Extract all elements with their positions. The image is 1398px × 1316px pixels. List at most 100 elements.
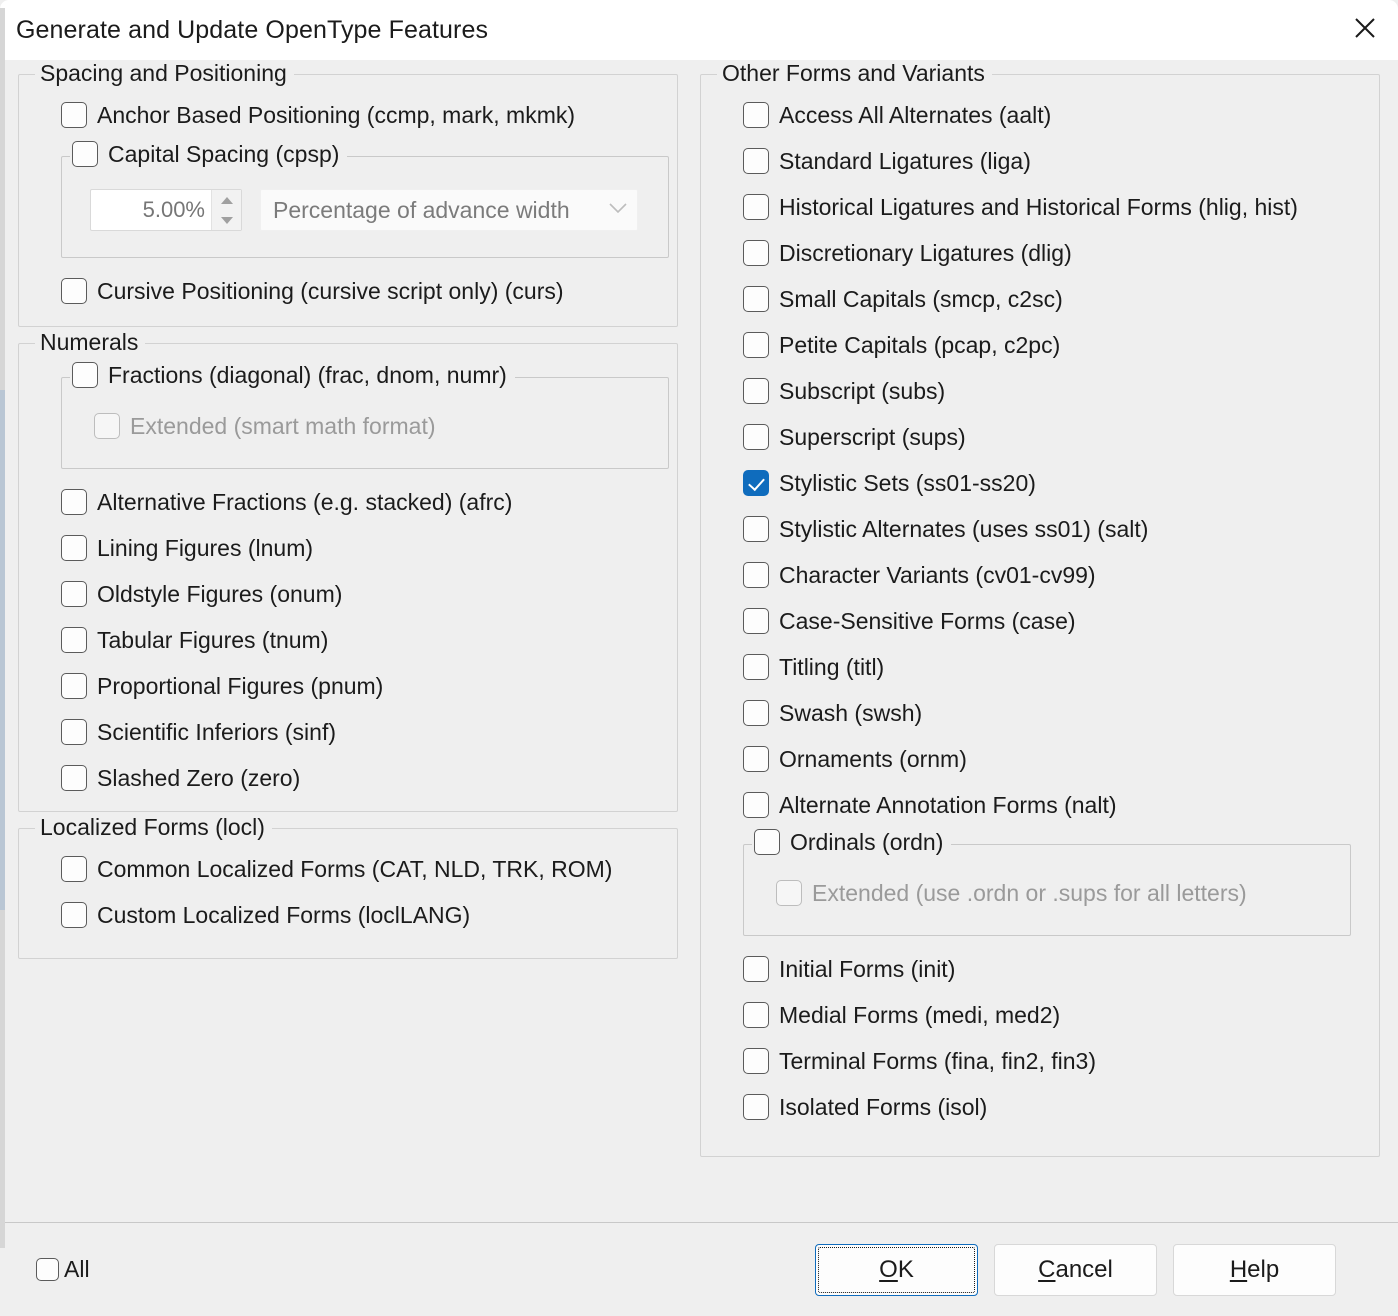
checkbox-common-localized-forms[interactable] [61,856,87,882]
checkbox-row-titling[interactable]: Titling (titl) [715,644,1365,690]
checkbox-row-all[interactable]: All [36,1256,90,1283]
checkbox-custom-localized-forms[interactable] [61,902,87,928]
checkbox-row-character-variants[interactable]: Character Variants (cv01-cv99) [715,552,1365,598]
checkbox-row-scientific-inferiors[interactable]: Scientific Inferiors (sinf) [33,709,663,755]
checkbox-character-variants[interactable] [743,562,769,588]
spinner-capital-spacing-amount[interactable]: 5.00% [90,189,242,231]
checkbox-initial-forms[interactable] [743,956,769,982]
label-capital-spacing: Capital Spacing (cpsp) [108,140,340,167]
checkbox-anchor-based-positioning[interactable] [61,102,87,128]
checkbox-superscript[interactable] [743,424,769,450]
checkbox-swash[interactable] [743,700,769,726]
right-column: Other Forms and Variants Access All Alte… [692,60,1398,1222]
checkbox-alternative-fractions[interactable] [61,489,87,515]
label-slashed-zero: Slashed Zero (zero) [97,764,301,791]
checkbox-row-swash[interactable]: Swash (swsh) [715,690,1365,736]
dialog-title: Generate and Update OpenType Features [16,15,489,44]
cancel-button[interactable]: Cancel [994,1243,1157,1296]
checkbox-ordinals[interactable] [754,829,780,855]
label-petite-capitals: Petite Capitals (pcap, c2pc) [779,331,1061,358]
checkbox-row-discretionary-ligatures[interactable]: Discretionary Ligatures (dlig) [715,230,1365,276]
checkbox-row-case-sensitive-forms[interactable]: Case-Sensitive Forms (case) [715,598,1365,644]
checkbox-lining-figures[interactable] [61,535,87,561]
checkbox-row-historical-ligatures[interactable]: Historical Ligatures and Historical Form… [715,184,1365,230]
checkbox-all[interactable] [36,1258,59,1281]
label-proportional-figures: Proportional Figures (pnum) [97,672,384,699]
checkbox-row-proportional-figures[interactable]: Proportional Figures (pnum) [33,663,663,709]
checkbox-row-subscript[interactable]: Subscript (subs) [715,368,1365,414]
checkbox-alternate-annotation-forms[interactable] [743,792,769,818]
checkbox-capital-spacing[interactable] [72,141,98,167]
checkbox-row-lining-figures[interactable]: Lining Figures (lnum) [33,525,663,571]
checkbox-row-terminal-forms[interactable]: Terminal Forms (fina, fin2, fin3) [715,1038,1365,1084]
checkbox-row-stylistic-sets[interactable]: Stylistic Sets (ss01-ss20) [715,460,1365,506]
checkbox-scientific-inferiors[interactable] [61,719,87,745]
dropdown-capital-spacing-unit[interactable]: Percentage of advance width [260,189,638,231]
checkbox-row-fractions[interactable]: Fractions (diagonal) (frac, dnom, numr) [70,362,515,388]
checkbox-stylistic-sets[interactable] [743,470,769,496]
label-initial-forms: Initial Forms (init) [779,955,956,982]
label-isolated-forms: Isolated Forms (isol) [779,1093,988,1120]
checkbox-row-capital-spacing[interactable]: Capital Spacing (cpsp) [70,140,348,167]
checkbox-cursive-positioning[interactable] [61,278,87,304]
label-subscript: Subscript (subs) [779,377,946,404]
checkbox-row-custom-localized-forms[interactable]: Custom Localized Forms (loclLANG) [33,892,663,938]
checkbox-row-petite-capitals[interactable]: Petite Capitals (pcap, c2pc) [715,322,1365,368]
title-bar: Generate and Update OpenType Features [0,0,1398,60]
checkbox-fractions[interactable] [72,362,98,388]
checkbox-row-anchor-based-positioning[interactable]: Anchor Based Positioning (ccmp, mark, mk… [33,92,663,138]
checkbox-row-cursive-positioning[interactable]: Cursive Positioning (cursive script only… [33,268,663,314]
checkbox-discretionary-ligatures[interactable] [743,240,769,266]
footer-buttons: OK Cancel Help [815,1243,1336,1296]
checkbox-medial-forms[interactable] [743,1002,769,1028]
checkbox-isolated-forms[interactable] [743,1094,769,1120]
checkbox-row-superscript[interactable]: Superscript (sups) [715,414,1365,460]
label-case-sensitive-forms: Case-Sensitive Forms (case) [779,607,1076,634]
checkbox-stylistic-alternates[interactable] [743,516,769,542]
checkbox-historical-ligatures[interactable] [743,194,769,220]
checkbox-oldstyle-figures[interactable] [61,581,87,607]
spinner-increment-button[interactable] [212,190,241,210]
checkbox-row-tabular-figures[interactable]: Tabular Figures (tnum) [33,617,663,663]
checkbox-ornaments[interactable] [743,746,769,772]
checkbox-row-common-localized-forms[interactable]: Common Localized Forms (CAT, NLD, TRK, R… [33,846,663,892]
label-terminal-forms: Terminal Forms (fina, fin2, fin3) [779,1047,1096,1074]
checkbox-titling[interactable] [743,654,769,680]
checkbox-row-ornaments[interactable]: Ornaments (ornm) [715,736,1365,782]
checkbox-tabular-figures[interactable] [61,627,87,653]
label-character-variants: Character Variants (cv01-cv99) [779,561,1096,588]
checkbox-row-alternative-fractions[interactable]: Alternative Fractions (e.g. stacked) (af… [33,479,663,525]
checkbox-row-fractions-extended[interactable]: Extended (smart math format) [76,406,654,446]
label-alternate-annotation-forms: Alternate Annotation Forms (nalt) [779,791,1117,818]
triangle-down-icon [220,216,233,224]
checkbox-row-ordinals[interactable]: Ordinals (ordn) [752,829,952,855]
checkbox-row-slashed-zero[interactable]: Slashed Zero (zero) [33,755,663,801]
ok-button[interactable]: OK [815,1243,978,1296]
checkbox-case-sensitive-forms[interactable] [743,608,769,634]
spinner-decrement-button[interactable] [212,210,241,230]
label-superscript: Superscript (sups) [779,423,966,450]
checkbox-terminal-forms[interactable] [743,1048,769,1074]
checkbox-access-all-alternates[interactable] [743,102,769,128]
checkbox-row-initial-forms[interactable]: Initial Forms (init) [715,946,1365,992]
checkbox-standard-ligatures[interactable] [743,148,769,174]
label-ornaments: Ornaments (ornm) [779,745,967,772]
checkbox-row-stylistic-alternates[interactable]: Stylistic Alternates (uses ss01) (salt) [715,506,1365,552]
checkbox-row-isolated-forms[interactable]: Isolated Forms (isol) [715,1084,1365,1130]
checkbox-proportional-figures[interactable] [61,673,87,699]
spinner-value[interactable]: 5.00% [91,190,211,230]
checkbox-row-standard-ligatures[interactable]: Standard Ligatures (liga) [715,138,1365,184]
checkbox-row-medial-forms[interactable]: Medial Forms (medi, med2) [715,992,1365,1038]
dialog-body: Spacing and Positioning Anchor Based Pos… [0,60,1398,1222]
help-button[interactable]: Help [1173,1243,1336,1296]
checkbox-row-small-capitals[interactable]: Small Capitals (smcp, c2sc) [715,276,1365,322]
checkbox-slashed-zero[interactable] [61,765,87,791]
checkbox-row-oldstyle-figures[interactable]: Oldstyle Figures (onum) [33,571,663,617]
checkbox-row-alternate-annotation-forms[interactable]: Alternate Annotation Forms (nalt) [715,782,1365,828]
close-button[interactable] [1332,0,1398,56]
checkbox-subscript[interactable] [743,378,769,404]
checkbox-row-ordinals-extended[interactable]: Extended (use .ordn or .sups for all let… [758,873,1336,913]
checkbox-row-access-all-alternates[interactable]: Access All Alternates (aalt) [715,92,1365,138]
checkbox-small-capitals[interactable] [743,286,769,312]
checkbox-petite-capitals[interactable] [743,332,769,358]
